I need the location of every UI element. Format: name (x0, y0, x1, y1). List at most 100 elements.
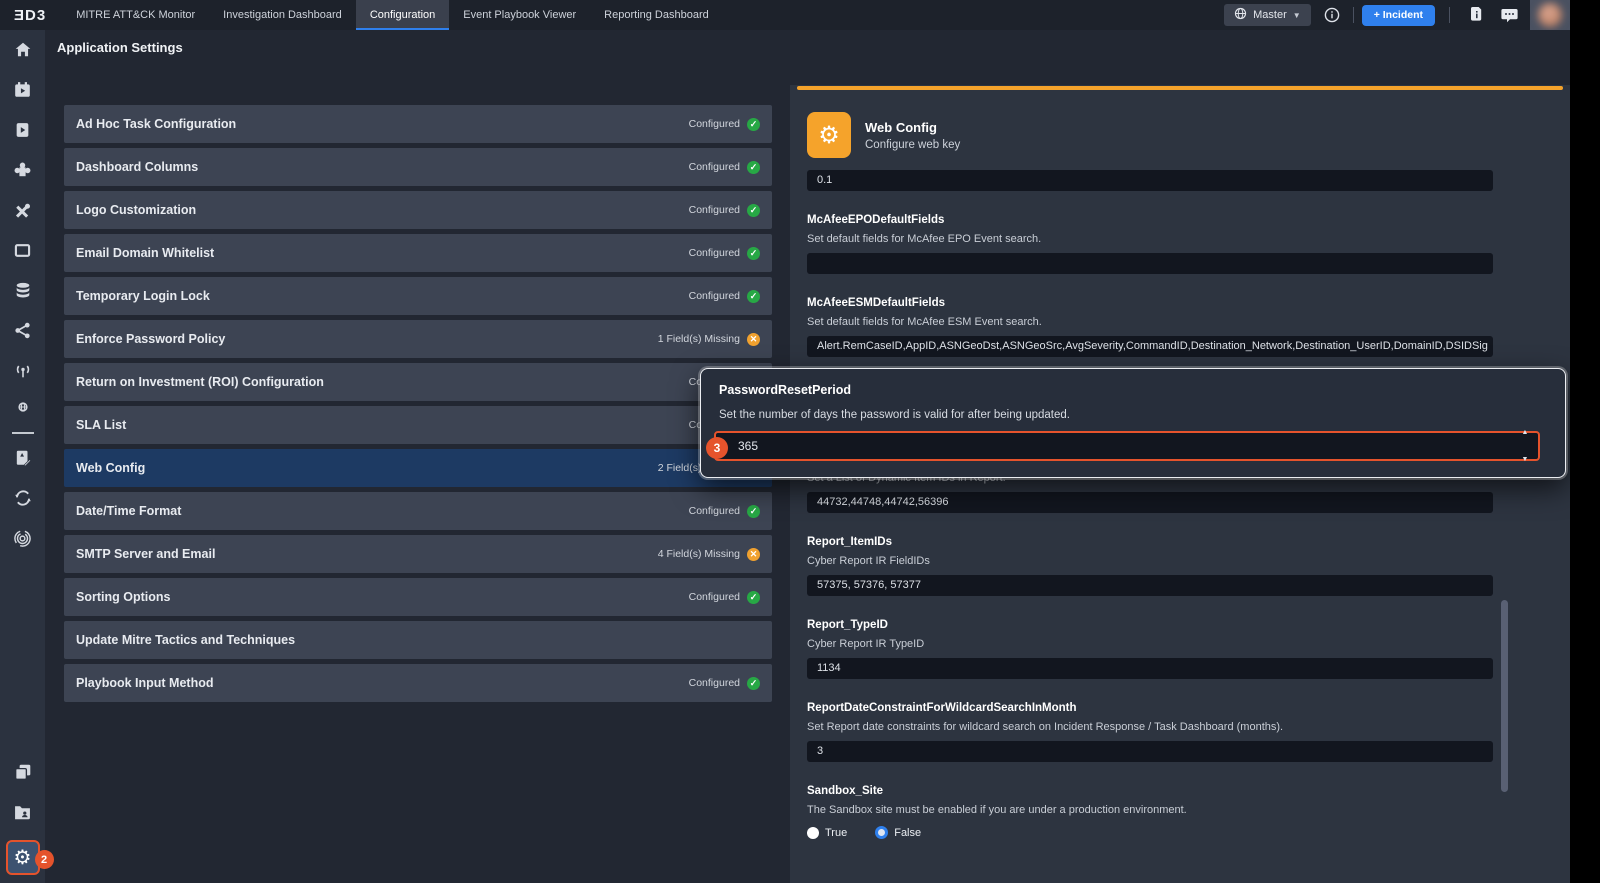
nav-tab-mitre-att-ck-monitor[interactable]: MITRE ATT&CK Monitor (62, 0, 209, 30)
sidebar-item-home[interactable] (0, 30, 45, 70)
config-row-label: Date/Time Format (76, 504, 181, 518)
radio-option-false[interactable]: False (875, 826, 921, 839)
form-field-Report_TypeID: Report_TypeIDCyber Report IR TypeID1134 (807, 619, 1493, 679)
user-avatar[interactable] (1530, 0, 1570, 30)
panel-subtitle: Configure web key (865, 139, 960, 151)
number-stepper[interactable]: ▲ ▼ (1517, 435, 1533, 457)
sidebar-item-board[interactable] (0, 230, 45, 270)
password-reset-period-value: 365 (738, 439, 758, 453)
info-icon[interactable] (1319, 0, 1345, 30)
config-row-logo-customization[interactable]: Logo Customization Configured ✓ (64, 191, 772, 229)
nav-tab-configuration[interactable]: Configuration (356, 0, 449, 30)
form-field-Sandbox_Site: Sandbox_SiteThe Sandbox site must be ena… (807, 785, 1493, 839)
sidebar-item-settings[interactable]: ⚙ 2 (6, 840, 40, 875)
field-input[interactable]: 44732,44748,44742,56396 (807, 492, 1493, 513)
field-description: Set default fields for McAfee EPO Event … (807, 233, 1493, 245)
sidebar-item-playbook[interactable] (0, 110, 45, 150)
broadcast-icon (13, 361, 33, 379)
row-status: 1 Field(s) Missing ✕ (658, 333, 760, 346)
step-3-badge: 3 (706, 437, 728, 459)
config-row-web-config[interactable]: Web Config 2 Field(s) Missing ✕ (64, 449, 772, 487)
radio-option-true[interactable]: True (807, 827, 847, 839)
sidebar-item-utilities[interactable] (0, 190, 45, 230)
field-input[interactable]: Alert.RemCaseID,AppID,ASNGeoDst,ASNGeoSr… (807, 336, 1493, 357)
status-text: Configured (689, 161, 740, 173)
topbar-right-controls: Master ▼ + Incident (1224, 0, 1570, 30)
sidebar-item-integrations[interactable] (0, 150, 45, 190)
config-row-email-domain-whitelist[interactable]: Email Domain Whitelist Configured ✓ (64, 234, 772, 272)
sidebar-item-global-search[interactable] (0, 390, 45, 430)
config-row-temporary-login-lock[interactable]: Temporary Login Lock Configured ✓ (64, 277, 772, 315)
status-text: Configured (689, 118, 740, 130)
config-row-smtp-server-and-email[interactable]: SMTP Server and Email 4 Field(s) Missing… (64, 535, 772, 573)
check-circle-icon: ✓ (747, 118, 760, 131)
config-row-label: Ad Hoc Task Configuration (76, 117, 236, 131)
config-row-label: Temporary Login Lock (76, 289, 210, 303)
sidebar-item-sync[interactable] (0, 478, 45, 518)
row-status: Configured ✓ (689, 204, 760, 217)
panel-scrollbar[interactable] (1501, 600, 1508, 792)
sidebar-item-link-analysis[interactable] (0, 310, 45, 350)
config-row-date-time-format[interactable]: Date/Time Format Configured ✓ (64, 492, 772, 530)
status-text: Configured (689, 677, 740, 689)
config-row-label: Logo Customization (76, 203, 196, 217)
field-description: Set Report date constraints for wildcard… (807, 721, 1493, 733)
field-input[interactable] (807, 253, 1493, 274)
popover-field-name: PasswordResetPeriod (719, 383, 851, 397)
nav-tab-investigation-dashboard[interactable]: Investigation Dashboard (209, 0, 356, 30)
nav-tab-event-playbook-viewer[interactable]: Event Playbook Viewer (449, 0, 590, 30)
config-row-label: SMTP Server and Email (76, 547, 215, 561)
field-name: Sandbox_Site (807, 785, 1493, 798)
status-text: 1 Field(s) Missing (658, 333, 740, 345)
sidebar-item-identity[interactable] (0, 518, 45, 558)
config-row-playbook-input-method[interactable]: Playbook Input Method Configured ✓ (64, 664, 772, 702)
master-site-dropdown[interactable]: Master ▼ (1224, 4, 1311, 26)
stepper-down-icon[interactable]: ▼ (1522, 447, 1529, 473)
config-row-label: Return on Investment (ROI) Configuration (76, 375, 324, 389)
config-row-return-on-investment-roi-configuration[interactable]: Return on Investment (ROI) Configuration… (64, 363, 772, 401)
config-row-ad-hoc-task-configuration[interactable]: Ad Hoc Task Configuration Configured ✓ (64, 105, 772, 143)
field-input[interactable]: 57375, 57376, 57377 (807, 575, 1493, 596)
sidebar-item-report-edit[interactable] (0, 438, 45, 478)
event-calendar-icon (13, 81, 32, 99)
stepper-up-icon[interactable]: ▲ (1522, 420, 1529, 446)
nav-tab-reporting-dashboard[interactable]: Reporting Dashboard (590, 0, 723, 30)
check-circle-icon: ✓ (747, 247, 760, 260)
sidebar-item-copy[interactable] (0, 752, 45, 792)
sidebar-item-event-calendar[interactable] (0, 70, 45, 110)
field-name: Report_ItemIDs (807, 536, 1493, 549)
config-row-update-mitre-tactics-and-techniques[interactable]: Update Mitre Tactics and Techniques (64, 621, 772, 659)
field-description: Set default fields for McAfee ESM Event … (807, 316, 1493, 328)
field-input[interactable]: 3 (807, 741, 1493, 762)
home-icon (13, 41, 33, 59)
field-input[interactable]: 0.1 (807, 170, 1493, 191)
config-row-label: Email Domain Whitelist (76, 246, 214, 260)
topbar-divider (1353, 7, 1354, 23)
sidebar-item-data-source[interactable] (0, 270, 45, 310)
sidebar-item-broadcast[interactable] (0, 350, 45, 390)
topbar-divider (1449, 7, 1450, 23)
password-reset-period-input[interactable]: 365 3 ▲ ▼ (714, 431, 1540, 461)
panel-accent-line (797, 86, 1563, 90)
master-dropdown-label: Master (1253, 9, 1287, 21)
configuration-list: Ad Hoc Task Configuration Configured ✓ D… (64, 105, 772, 707)
config-row-label: Sorting Options (76, 590, 170, 604)
row-status: Configured ✓ (689, 591, 760, 604)
config-row-sorting-options[interactable]: Sorting Options Configured ✓ (64, 578, 772, 616)
sidebar-item-case-folder[interactable] (0, 792, 45, 832)
radio-unselected-icon[interactable] (807, 827, 819, 839)
chat-icon[interactable] (1496, 0, 1522, 30)
new-incident-button[interactable]: + Incident (1362, 5, 1435, 26)
config-row-dashboard-columns[interactable]: Dashboard Columns Configured ✓ (64, 148, 772, 186)
field-description: Cyber Report IR TypeID (807, 638, 1493, 650)
radio-selected-icon[interactable] (875, 826, 888, 839)
field-input[interactable]: 1134 (807, 658, 1493, 679)
avatar-image (1538, 3, 1562, 27)
sidebar-bottom-icons: ⚙ 2 (0, 752, 45, 883)
config-row-sla-list[interactable]: SLA List Configured ✓ (64, 406, 772, 444)
d3-logo: ƎD3 (0, 7, 62, 24)
config-row-enforce-password-policy[interactable]: Enforce Password Policy 1 Field(s) Missi… (64, 320, 772, 358)
application-window: ƎD3 MITRE ATT&CK MonitorInvestigation Da… (0, 0, 1570, 883)
document-icon[interactable] (1464, 0, 1490, 30)
form-field-McAfeeESMDefaultFields: McAfeeESMDefaultFieldsSet default fields… (807, 297, 1493, 357)
